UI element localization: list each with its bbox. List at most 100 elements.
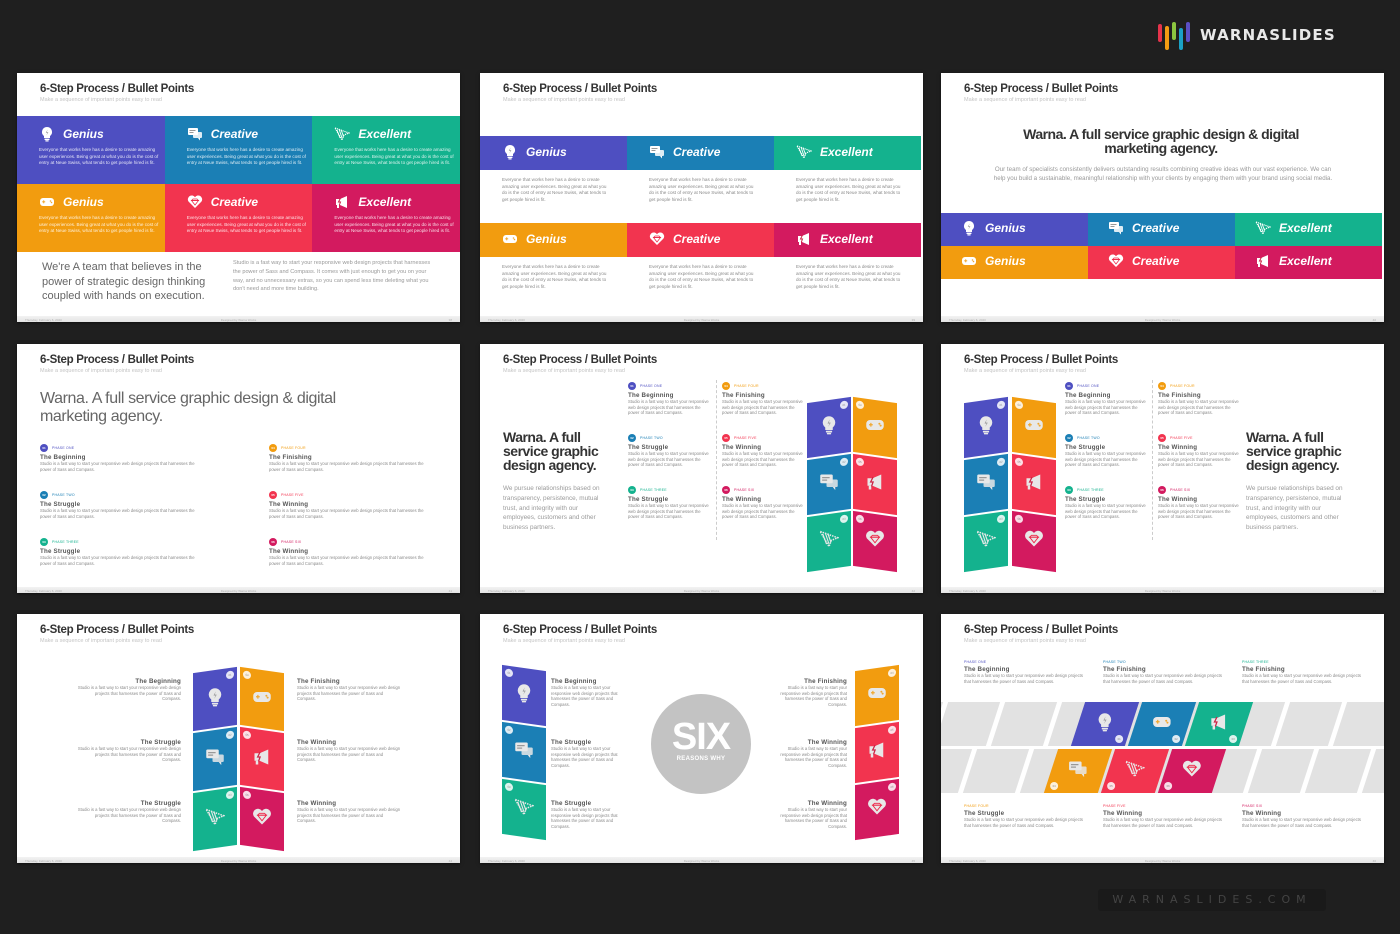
process-card-3: 03 (964, 510, 1008, 573)
phase-item: 02 Phase Two The Struggle Studio is a fast … (40, 491, 200, 519)
headline: Warna. A full service graphic design age… (1246, 429, 1342, 473)
phase-description: Studio is a fast way to start your respo… (297, 746, 401, 763)
slide-title: 6-Step Process / Bullet Points (964, 354, 1118, 366)
headline: Warna. A full service graphic design & d… (40, 390, 336, 425)
slide-title: 6-Step Process / Bullet Points (503, 624, 657, 636)
chat-bubbles-icon (650, 146, 664, 159)
tile-description: Everyone that works here has a desire to… (39, 215, 159, 233)
lightbulb-icon (964, 221, 974, 236)
six-reasons-circle: SIX REASONS WHY (651, 694, 751, 794)
slide-footer: Thursday, February 6, 2020 Designed by Wa… (941, 316, 1384, 322)
slide-number: 40 (1372, 317, 1376, 322)
feature-description: Everyone that works here has a desire to… (649, 264, 754, 289)
slide-7[interactable]: 6-Step Process / Bullet Points Make a seq… (17, 614, 460, 863)
phase-label: Phase One (1077, 384, 1100, 388)
phase-name: The Beginning (40, 454, 86, 461)
slide-number: 44 (448, 858, 452, 863)
arrow-cursor-icon (975, 530, 997, 549)
phase-number-badge: 02 (1065, 434, 1073, 442)
lightbulb-icon (505, 145, 515, 160)
phase-description: Studio is a fast way to start your respo… (1242, 673, 1361, 684)
process-card-1: 01 (193, 666, 237, 732)
phase-name: The Finishing (804, 678, 847, 685)
tile-heading: Genius (961, 220, 1088, 236)
slide-title: 6-Step Process / Bullet Points (964, 83, 1118, 95)
phase-name: The Struggle (40, 501, 81, 508)
diamond-heart-icon (649, 232, 665, 245)
phase-description: Studio is a fast way to start your respo… (1158, 503, 1239, 520)
process-card-6: 06 (240, 786, 284, 852)
slide-4[interactable]: 6-Step Process / Bullet Points Make a seq… (17, 344, 460, 593)
phase-name: The Struggle (140, 739, 181, 746)
phase-number-badge: 06 (1158, 486, 1166, 494)
chat-bubbles-icon (820, 474, 838, 491)
gamepad-icon (866, 420, 884, 430)
brand-name: WARNASLIDES (1200, 26, 1336, 44)
headline-body: We pursue relationships based on transpa… (503, 485, 600, 532)
phase-header: 04 Phase Four (722, 382, 804, 390)
body-text: Studio is a fast way to start your respo… (233, 260, 431, 293)
phase-description: Studio is a fast way to start your respo… (722, 399, 803, 416)
phase-name: The Winning (722, 444, 762, 451)
phase-label: Phase Five (1103, 804, 1126, 808)
tile-heading: Creative (1108, 253, 1235, 269)
phase-description: Studio is a fast way to start your respo… (551, 807, 618, 829)
gamepad-icon (253, 691, 271, 702)
process-card-3: 03 (502, 778, 546, 841)
slide-8[interactable]: 6-Step Process / Bullet Points Make a seq… (480, 614, 923, 863)
megaphone-icon (869, 742, 884, 758)
phase-number-badge: 01 (40, 444, 48, 452)
slide-1[interactable]: 6-Step Process / Bullet Points Make a seq… (17, 73, 460, 322)
phase-name: The Winning (297, 800, 337, 807)
phase-description: Studio is a fast way to start your respo… (551, 685, 618, 707)
card-number-badge: 01 (1115, 735, 1124, 743)
footer-date: Thursday, February 6, 2020 (488, 858, 525, 863)
phase-name: The Beginning (628, 392, 674, 399)
phase-item: 02 Phase Two The Struggle Studio is a fast … (628, 434, 710, 468)
phase-description: Studio is a fast way to start your respo… (964, 673, 1083, 684)
tile-label: Creative (1132, 254, 1180, 268)
phase-item: 01 Phase One The Beginning Studio is a fast… (628, 382, 710, 416)
timeline-slot (1247, 749, 1315, 793)
phase-name: The Finishing (1242, 666, 1285, 673)
slide-title: 6-Step Process / Bullet Points (40, 83, 194, 95)
phase-description: Studio is a fast way to start your respo… (77, 807, 181, 824)
tile-label: Creative (1132, 221, 1180, 235)
slide-6[interactable]: 6-Step Process / Bullet Points Make a seq… (941, 344, 1384, 593)
phase-label: Phase Three (1242, 660, 1269, 664)
phase-name: The Finishing (297, 678, 340, 685)
card-number-badge: 02 (840, 457, 848, 467)
phase-name: The Struggle (964, 810, 1005, 817)
site-url[interactable]: WARNASLIDES.COM (1098, 889, 1326, 911)
phase-name: The Struggle (551, 739, 592, 746)
card-number-badge: 02 (1172, 735, 1181, 743)
phase-description: Studio is a fast way to start your respo… (40, 555, 195, 566)
feature-bar: Creative (1088, 213, 1235, 246)
card-number-badge: 06 (1164, 782, 1173, 790)
feature-bar: Creative (627, 136, 774, 170)
feature-tile: Genius Everyone that works here has a des… (17, 116, 165, 184)
tile-description: Everyone that works here has a desire to… (186, 147, 306, 165)
phase-item: The Beginning Studio is a fast way to sta… (75, 676, 181, 702)
slide-2[interactable]: 6-Step Process / Bullet Points Make a seq… (480, 73, 923, 322)
slide-footer: Thursday, February 6, 2020 Designed by Wa… (941, 857, 1384, 863)
slide-5[interactable]: 6-Step Process / Bullet Points Make a seq… (480, 344, 923, 593)
footer-date: Thursday, February 6, 2020 (949, 317, 986, 322)
gamepad-icon (868, 688, 886, 698)
feature-description: Everyone that works here has a desire to… (796, 264, 901, 289)
phase-item: 05 Phase Five The Winning Studio is a fast … (1158, 434, 1240, 468)
phase-name: The Beginning (135, 678, 181, 685)
slide-9[interactable]: 6-Step Process / Bullet Points Make a seq… (941, 614, 1384, 863)
tile-label: Creative (673, 232, 721, 246)
arrow-cursor-icon (1255, 221, 1271, 236)
phase-number-badge: 06 (722, 486, 730, 494)
slide-footer: Thursday, February 6, 2020 Designed by Wa… (480, 316, 923, 322)
phase-item: The Struggle Studio is a fast way to star… (75, 798, 181, 824)
slide-3[interactable]: 6-Step Process / Bullet Points Make a seq… (941, 73, 1384, 322)
diamond-heart-icon (866, 530, 884, 547)
timeline-phase: Phase One The Beginning Studio is a fast w… (964, 660, 1084, 684)
card-number-badge: 02 (997, 457, 1005, 467)
timeline-slot (1332, 702, 1384, 746)
phase-number-badge: 02 (628, 434, 636, 442)
phase-description: Studio is a fast way to start your respo… (780, 746, 847, 768)
